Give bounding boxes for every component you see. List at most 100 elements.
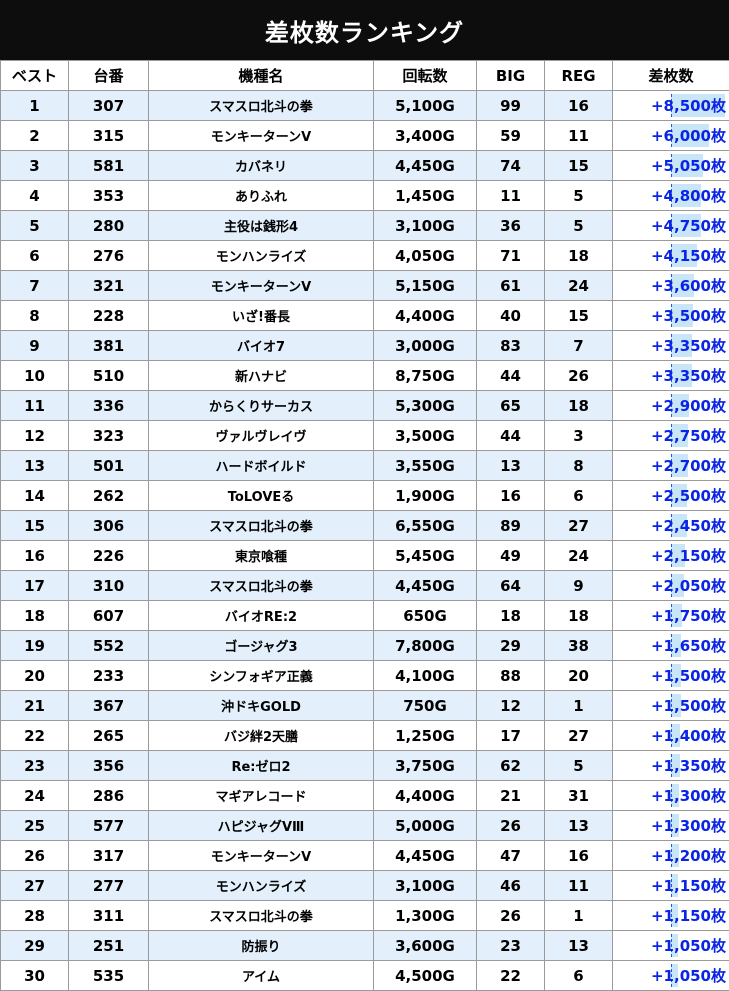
diff-cell: +2,150枚 xyxy=(612,540,729,571)
big-cell: 44 xyxy=(476,420,545,451)
table-row: 10 510 新ハナビ 8,750G 44 26 +3,350枚 xyxy=(0,360,729,391)
table-row: 22 265 バジ絆2天膳 1,250G 17 27 +1,400枚 xyxy=(0,720,729,751)
reg-cell: 24 xyxy=(544,270,613,301)
reg-cell: 9 xyxy=(544,570,613,601)
diff-value: +1,750枚 xyxy=(650,607,726,625)
table-row: 1 307 スマスロ北斗の拳 5,100G 99 16 +8,500枚 xyxy=(0,90,729,121)
big-cell: 83 xyxy=(476,330,545,361)
model-cell: モンキーターンV xyxy=(148,270,374,301)
model-cell: ハピジャグVⅢ xyxy=(148,810,374,841)
diff-cell: +2,750枚 xyxy=(612,420,729,451)
rank-cell: 29 xyxy=(0,930,69,961)
rank-cell: 11 xyxy=(0,390,69,421)
diff-value: +1,500枚 xyxy=(650,667,726,685)
model-cell: アイム xyxy=(148,960,374,991)
diff-value: +1,650枚 xyxy=(650,637,726,655)
reg-cell: 15 xyxy=(544,300,613,331)
spins-cell: 5,300G xyxy=(373,390,477,421)
reg-cell: 13 xyxy=(544,810,613,841)
spins-cell: 4,450G xyxy=(373,150,477,181)
model-cell: 沖ドキGOLD xyxy=(148,690,374,721)
machine-no-cell: 323 xyxy=(68,420,149,451)
model-cell: スマスロ北斗の拳 xyxy=(148,510,374,541)
reg-cell: 38 xyxy=(544,630,613,661)
reg-cell: 5 xyxy=(544,180,613,211)
machine-no-cell: 310 xyxy=(68,570,149,601)
page-title: 差枚数ランキング xyxy=(0,0,729,60)
machine-no-cell: 367 xyxy=(68,690,149,721)
big-cell: 21 xyxy=(476,780,545,811)
big-cell: 64 xyxy=(476,570,545,601)
diff-value: +8,500枚 xyxy=(650,97,726,115)
table-row: 29 251 防振り 3,600G 23 13 +1,050枚 xyxy=(0,930,729,961)
big-cell: 13 xyxy=(476,450,545,481)
reg-cell: 1 xyxy=(544,690,613,721)
spins-cell: 8,750G xyxy=(373,360,477,391)
model-cell: カバネリ xyxy=(148,150,374,181)
rank-cell: 1 xyxy=(0,90,69,121)
spins-cell: 7,800G xyxy=(373,630,477,661)
rank-cell: 5 xyxy=(0,210,69,241)
table-row: 11 336 からくりサーカス 5,300G 65 18 +2,900枚 xyxy=(0,390,729,421)
model-cell: ゴージャグ3 xyxy=(148,630,374,661)
model-cell: モンキーターンV xyxy=(148,120,374,151)
model-cell: バイオ7 xyxy=(148,330,374,361)
diff-cell: +1,050枚 xyxy=(612,930,729,961)
header-rank: ベスト xyxy=(0,60,69,91)
table-row: 3 581 カバネリ 4,450G 74 15 +5,050枚 xyxy=(0,150,729,181)
spins-cell: 4,500G xyxy=(373,960,477,991)
model-cell: ToLOVEる xyxy=(148,480,374,511)
machine-no-cell: 501 xyxy=(68,450,149,481)
reg-cell: 26 xyxy=(544,360,613,391)
spins-cell: 750G xyxy=(373,690,477,721)
header-machine-no: 台番 xyxy=(68,60,149,91)
model-cell: 東京喰種 xyxy=(148,540,374,571)
machine-no-cell: 535 xyxy=(68,960,149,991)
spins-cell: 4,400G xyxy=(373,780,477,811)
rank-cell: 24 xyxy=(0,780,69,811)
diff-cell: +2,900枚 xyxy=(612,390,729,421)
machine-no-cell: 353 xyxy=(68,180,149,211)
diff-value: +2,500枚 xyxy=(650,487,726,505)
rank-cell: 25 xyxy=(0,810,69,841)
model-cell: モンハンライズ xyxy=(148,870,374,901)
reg-cell: 20 xyxy=(544,660,613,691)
diff-cell: +1,400枚 xyxy=(612,720,729,751)
spins-cell: 1,900G xyxy=(373,480,477,511)
rank-cell: 20 xyxy=(0,660,69,691)
machine-no-cell: 251 xyxy=(68,930,149,961)
table-row: 18 607 バイオRE:2 650G 18 18 +1,750枚 xyxy=(0,600,729,631)
big-cell: 26 xyxy=(476,810,545,841)
rank-cell: 14 xyxy=(0,480,69,511)
diff-value: +1,150枚 xyxy=(650,877,726,895)
spins-cell: 1,300G xyxy=(373,900,477,931)
rank-cell: 23 xyxy=(0,750,69,781)
big-cell: 44 xyxy=(476,360,545,391)
machine-no-cell: 262 xyxy=(68,480,149,511)
table-row: 2 315 モンキーターンV 3,400G 59 11 +6,000枚 xyxy=(0,120,729,151)
diff-cell: +2,700枚 xyxy=(612,450,729,481)
diff-cell: +1,300枚 xyxy=(612,810,729,841)
header-reg: REG xyxy=(544,60,613,91)
machine-no-cell: 510 xyxy=(68,360,149,391)
ranking-table: ベスト 台番 機種名 回転数 BIG REG 差枚数 1 307 スマスロ北斗の拳 5… xyxy=(0,60,729,991)
model-cell: 防振り xyxy=(148,930,374,961)
model-cell: Re:ゼロ2 xyxy=(148,750,374,781)
machine-no-cell: 306 xyxy=(68,510,149,541)
header-diff: 差枚数 xyxy=(612,60,729,91)
table-row: 5 280 主役は銭形4 3,100G 36 5 +4,750枚 xyxy=(0,210,729,241)
diff-value: +2,900枚 xyxy=(650,397,726,415)
diff-value: +3,350枚 xyxy=(650,337,726,355)
machine-no-cell: 265 xyxy=(68,720,149,751)
diff-value: +4,150枚 xyxy=(650,247,726,265)
reg-cell: 5 xyxy=(544,750,613,781)
table-row: 19 552 ゴージャグ3 7,800G 29 38 +1,650枚 xyxy=(0,630,729,661)
reg-cell: 16 xyxy=(544,90,613,121)
machine-no-cell: 381 xyxy=(68,330,149,361)
spins-cell: 4,400G xyxy=(373,300,477,331)
diff-cell: +3,350枚 xyxy=(612,330,729,361)
diff-cell: +4,150枚 xyxy=(612,240,729,271)
reg-cell: 15 xyxy=(544,150,613,181)
machine-no-cell: 307 xyxy=(68,90,149,121)
table-row: 9 381 バイオ7 3,000G 83 7 +3,350枚 xyxy=(0,330,729,361)
